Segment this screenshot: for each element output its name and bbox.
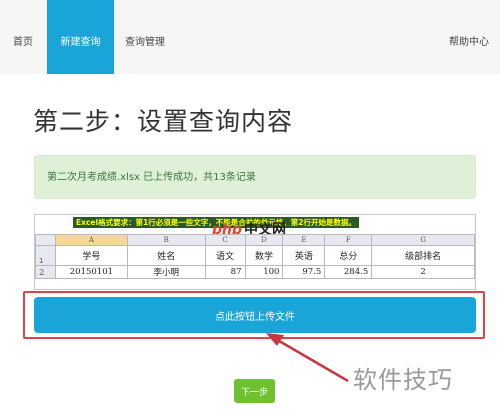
next-step-button[interactable]: 下一步 bbox=[234, 379, 275, 403]
brand-watermark: 软件技巧 bbox=[353, 366, 453, 394]
arrow-icon bbox=[266, 333, 349, 383]
